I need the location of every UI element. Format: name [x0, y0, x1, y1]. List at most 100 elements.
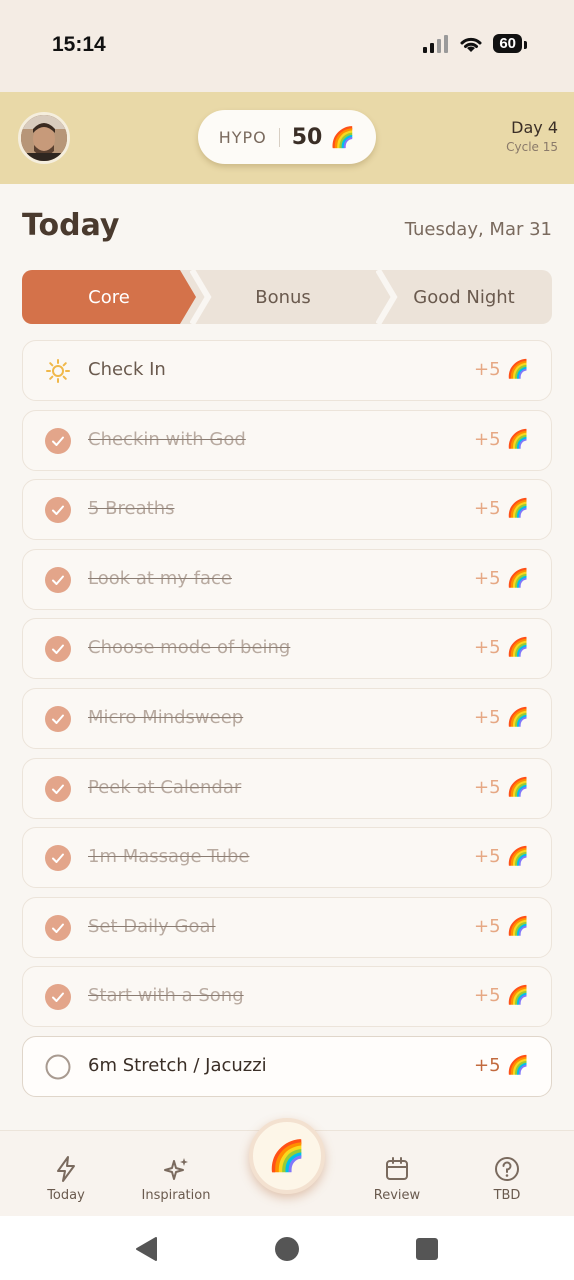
wifi-icon [460, 37, 482, 52]
task-points: +5 🌈 [474, 429, 529, 450]
task-points: +5 🌈 [474, 498, 529, 519]
task-row[interactable]: 1m Massage Tube +5 🌈 [22, 827, 552, 888]
status-bar: 15:14 60 [0, 0, 574, 92]
check-circle-icon[interactable] [45, 915, 71, 941]
check-circle-icon[interactable] [45, 845, 71, 871]
task-row[interactable]: 5 Breaths +5 🌈 [22, 479, 552, 540]
task-label: Choose mode of being [88, 637, 291, 658]
task-label: Start with a Song [88, 985, 244, 1006]
task-points-value: +5 [474, 498, 501, 519]
task-label: Set Daily Goal [88, 916, 216, 937]
empty-circle-icon[interactable] [45, 1054, 71, 1080]
avatar[interactable] [18, 112, 70, 164]
hypo-score: 50 [291, 124, 323, 150]
task-points: +5 🌈 [474, 637, 529, 658]
tab-good-night[interactable]: Good Night [376, 270, 552, 324]
page-title: Today [22, 208, 120, 243]
check-circle-icon[interactable] [45, 984, 71, 1010]
task-points-value: +5 [474, 568, 501, 589]
day-cycle-block: Day 4 Cycle 15 [506, 118, 558, 154]
task-points-value: +5 [474, 707, 501, 728]
task-row[interactable]: Micro Mindsweep +5 🌈 [22, 688, 552, 749]
rainbow-icon: 🌈 [506, 846, 529, 867]
hypo-score-pill[interactable]: HYPO 50 🌈 [198, 110, 376, 164]
task-points: +5 🌈 [474, 1055, 529, 1076]
check-circle-icon[interactable] [45, 567, 71, 593]
check-circle-icon[interactable] [45, 636, 71, 662]
segment-tabs: Core Bonus Good Night [22, 270, 552, 324]
rainbow-icon: 🌈 [506, 985, 529, 1006]
task-label: Checkin with God [88, 429, 246, 450]
check-circle-icon[interactable] [45, 776, 71, 802]
back-icon[interactable] [134, 1236, 160, 1262]
task-points-value: +5 [474, 777, 501, 798]
task-row[interactable]: Checkin with God +5 🌈 [22, 410, 552, 471]
check-circle-icon[interactable] [45, 428, 71, 454]
battery-icon: 60 [493, 34, 527, 53]
rainbow-icon: 🌈 [506, 359, 529, 380]
tab-core[interactable]: Core [22, 270, 196, 324]
sparkles-icon [164, 1158, 188, 1180]
rainbow-icon: 🌈 [506, 916, 529, 937]
check-circle-icon[interactable] [45, 497, 71, 523]
task-row[interactable]: Choose mode of being +5 🌈 [22, 618, 552, 679]
rainbow-icon: 🌈 [506, 1055, 529, 1076]
recents-icon[interactable] [415, 1237, 439, 1261]
cycle-label: Cycle 15 [506, 140, 558, 154]
rainbow-icon: 🌈 [506, 707, 529, 728]
nav-tbd-label: TBD [493, 1188, 521, 1203]
calendar-icon [386, 1157, 408, 1180]
nav-tbd[interactable]: TBD [462, 1155, 552, 1203]
nav-review[interactable]: Review [352, 1155, 442, 1203]
task-points: +5 🌈 [474, 777, 529, 798]
lightning-icon [57, 1156, 75, 1182]
task-label: Look at my face [88, 568, 232, 589]
rainbow-icon: 🌈 [506, 777, 529, 798]
app-header: HYPO 50 🌈 Day 4 Cycle 15 [0, 92, 574, 184]
rainbow-icon: 🌈 [506, 637, 529, 658]
page-date: Tuesday, Mar 31 [404, 219, 552, 240]
task-label: Peek at Calendar [88, 777, 242, 798]
task-label: Micro Mindsweep [88, 707, 244, 728]
task-points-value: +5 [474, 429, 501, 450]
task-label: 5 Breaths [88, 498, 175, 519]
nav-inspiration[interactable]: Inspiration [131, 1155, 221, 1203]
rainbow-icon: 🌈 [506, 498, 529, 519]
task-points: +5 🌈 [474, 846, 529, 867]
nav-today[interactable]: Today [21, 1155, 111, 1203]
task-points: +5 🌈 [474, 916, 529, 937]
home-icon[interactable] [274, 1236, 300, 1262]
status-icons: 60 [423, 34, 527, 53]
task-row[interactable]: Set Daily Goal +5 🌈 [22, 897, 552, 958]
task-row[interactable]: Look at my face +5 🌈 [22, 549, 552, 610]
status-time: 15:14 [52, 33, 106, 56]
segment-divider [190, 270, 212, 324]
help-circle-icon [495, 1157, 519, 1181]
task-row[interactable]: 6m Stretch / Jacuzzi +5 🌈 [22, 1036, 552, 1097]
task-row[interactable]: Start with a Song +5 🌈 [22, 966, 552, 1027]
task-points: +5 🌈 [474, 359, 529, 380]
task-label: Check In [88, 359, 166, 380]
task-points-value: +5 [474, 359, 501, 380]
rainbow-icon: 🌈 [330, 125, 356, 149]
task-label: 6m Stretch / Jacuzzi [88, 1055, 267, 1076]
task-row[interactable]: Check In +5 🌈 [22, 340, 552, 401]
hypo-label: HYPO [219, 127, 280, 147]
signal-icon [423, 34, 449, 53]
task-points-value: +5 [474, 985, 501, 1006]
task-points: +5 🌈 [474, 568, 529, 589]
task-points: +5 🌈 [474, 985, 529, 1006]
task-points: +5 🌈 [474, 707, 529, 728]
nav-today-label: Today [47, 1188, 85, 1203]
check-circle-icon[interactable] [45, 706, 71, 732]
system-nav-bar [0, 1216, 574, 1280]
task-points-value: +5 [474, 916, 501, 937]
avatar-photo [21, 115, 67, 161]
sun-icon [46, 359, 70, 383]
task-points-value: +5 [474, 846, 501, 867]
day-label: Day 4 [511, 118, 558, 137]
nav-inspiration-label: Inspiration [141, 1188, 211, 1203]
task-row[interactable]: Peek at Calendar +5 🌈 [22, 758, 552, 819]
center-rainbow-button[interactable]: 🌈 [249, 1118, 325, 1194]
rainbow-icon: 🌈 [506, 568, 529, 589]
